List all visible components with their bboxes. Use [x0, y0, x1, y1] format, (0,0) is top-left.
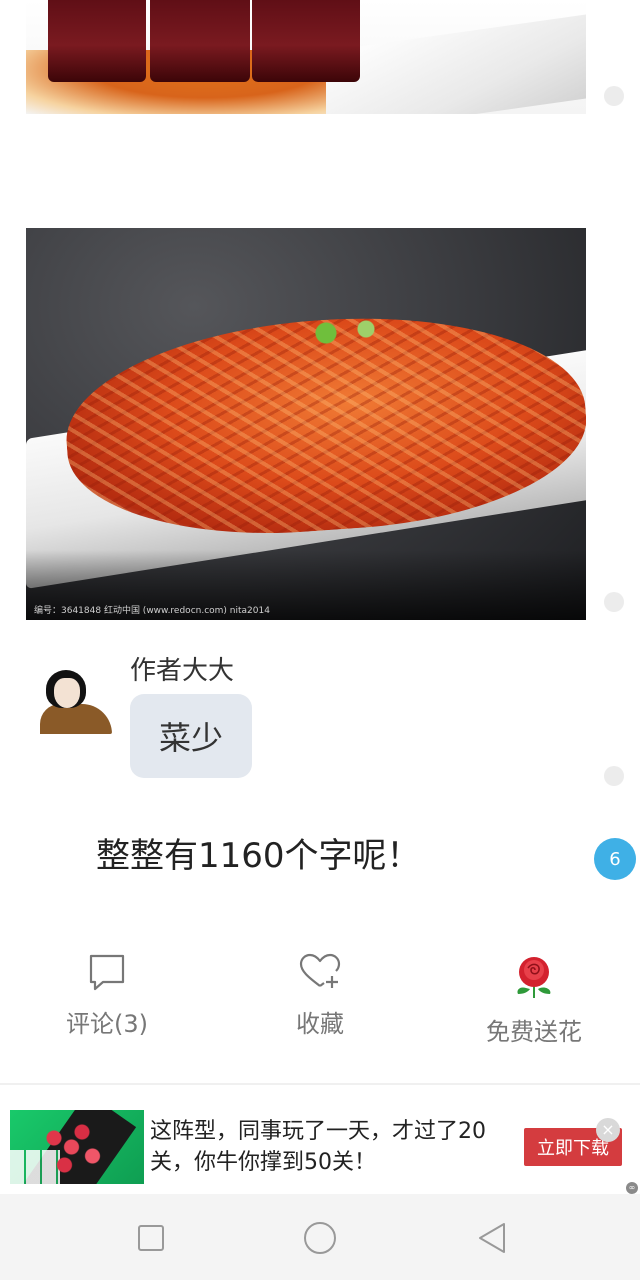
comment-label: 评论(3) [66, 1010, 148, 1038]
heart-plus-icon [299, 953, 341, 988]
favorite-label: 收藏 [296, 1010, 344, 1038]
green-garnish [296, 313, 396, 353]
image-watermark: 编号：3641848 红动中国 (www.redocn.com) nita201… [34, 606, 270, 616]
meat-piece [252, 0, 360, 82]
send-flower-button[interactable]: 免费送花 [454, 952, 614, 1062]
ad-banner[interactable]: 这阵型，同事玩了一天，才过了20关，你牛你撑到50关！ 立即下载 × ∞ [0, 1100, 640, 1194]
game-balls [40, 1120, 110, 1180]
main-food-image[interactable]: 编号：3641848 红动中国 (www.redocn.com) nita201… [26, 228, 586, 620]
scroll-dot [604, 86, 624, 106]
favorite-button[interactable]: 收藏 [240, 952, 400, 1062]
scroll-dot [604, 592, 624, 612]
badge-count: 6 [609, 848, 621, 870]
ad-thumbnail[interactable] [10, 1110, 144, 1184]
meat-piece [150, 0, 250, 82]
ad-info-icon[interactable]: ∞ [626, 1182, 638, 1194]
comment-count-badge[interactable]: 6 [594, 838, 636, 880]
plate-edge [326, 8, 586, 114]
avatar-face [54, 678, 80, 708]
post-body-text: 整整有1160个字呢！ [96, 836, 421, 876]
ad-text[interactable]: 这阵型，同事玩了一天，才过了20关，你牛你撑到50关！ [150, 1116, 500, 1178]
rose-icon [517, 957, 551, 998]
chat-bubble: 菜少 [130, 694, 252, 778]
section-divider [0, 1083, 640, 1085]
flower-label: 免费送花 [486, 1018, 582, 1046]
comment-bubble-icon [89, 954, 125, 991]
avatar-body [40, 704, 112, 734]
comment-button[interactable]: 评论(3) [27, 952, 187, 1062]
scroll-dot [604, 766, 624, 786]
square-icon[interactable] [133, 1220, 169, 1256]
author-name: 作者大大 [130, 656, 235, 686]
author-avatar[interactable] [38, 666, 112, 734]
circle-icon[interactable] [302, 1220, 338, 1256]
system-nav-bar [0, 1194, 640, 1280]
ad-close-icon[interactable]: × [596, 1118, 620, 1142]
meat-piece [48, 0, 146, 82]
top-food-image[interactable] [26, 0, 586, 114]
bubble-text: 菜少 [158, 719, 223, 757]
triangle-back-icon[interactable] [474, 1220, 510, 1256]
